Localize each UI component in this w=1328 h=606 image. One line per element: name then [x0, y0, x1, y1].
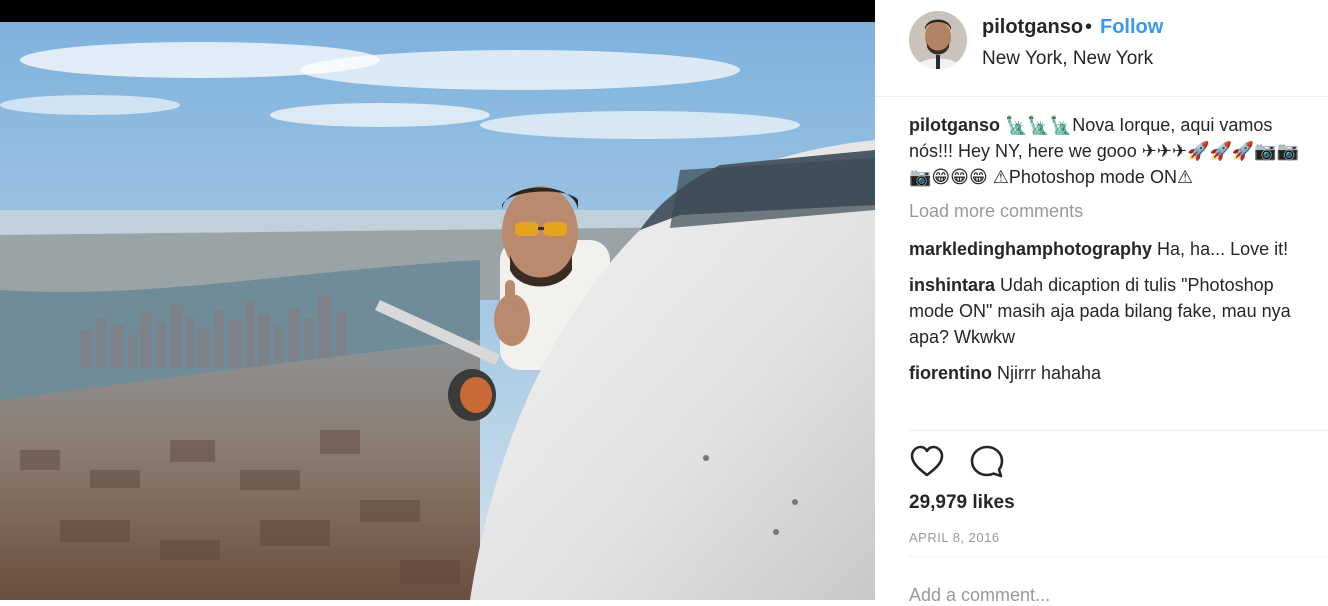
comment-item: inshintara Udah dicaption di tulis "Phot… — [909, 272, 1304, 350]
comment-username[interactable]: markledinghamphotography — [909, 239, 1152, 259]
comment-text: Ha, ha... Love it! — [1157, 239, 1289, 259]
post-sidebar: pilotganso • Follow New York, New York p… — [875, 0, 1328, 605]
comment-icon[interactable] — [969, 444, 1005, 480]
comment-username[interactable]: inshintara — [909, 275, 995, 295]
follow-button[interactable]: Follow — [1100, 16, 1163, 39]
comment-username[interactable]: fiorentino — [909, 363, 992, 383]
post-header: pilotganso • Follow New York, New York — [875, 0, 1328, 97]
load-more-comments-link[interactable]: Load more comments — [909, 198, 1304, 224]
photo-top-bar — [0, 0, 875, 22]
comment-text: Njirrr hahaha — [997, 363, 1102, 383]
post-image — [0, 22, 875, 600]
caption-username[interactable]: pilotganso — [909, 115, 1000, 135]
post-photo[interactable] — [0, 0, 875, 600]
comment-item: fiorentino Njirrr hahaha — [909, 360, 1304, 386]
post-location[interactable]: New York, New York — [982, 48, 1153, 70]
comment-item: markledinghamphotography Ha, ha... Love … — [909, 236, 1304, 262]
post-username[interactable]: pilotganso — [982, 16, 1083, 39]
divider — [909, 556, 1328, 557]
post-date[interactable]: APRIL 8, 2016 — [909, 530, 1000, 545]
heart-icon[interactable] — [909, 444, 945, 480]
avatar[interactable] — [909, 11, 967, 69]
divider — [909, 430, 1328, 431]
avatar-image — [909, 11, 967, 69]
comments-section[interactable]: pilotganso 🗽🗽🗽Nova Iorque, aqui vamos nó… — [909, 112, 1304, 428]
separator-dot: • — [1085, 16, 1093, 38]
post-caption: pilotganso 🗽🗽🗽Nova Iorque, aqui vamos nó… — [909, 112, 1304, 190]
likes-count[interactable]: 29,979 likes — [909, 492, 1015, 514]
add-comment-input[interactable]: Add a comment... — [909, 585, 1050, 606]
